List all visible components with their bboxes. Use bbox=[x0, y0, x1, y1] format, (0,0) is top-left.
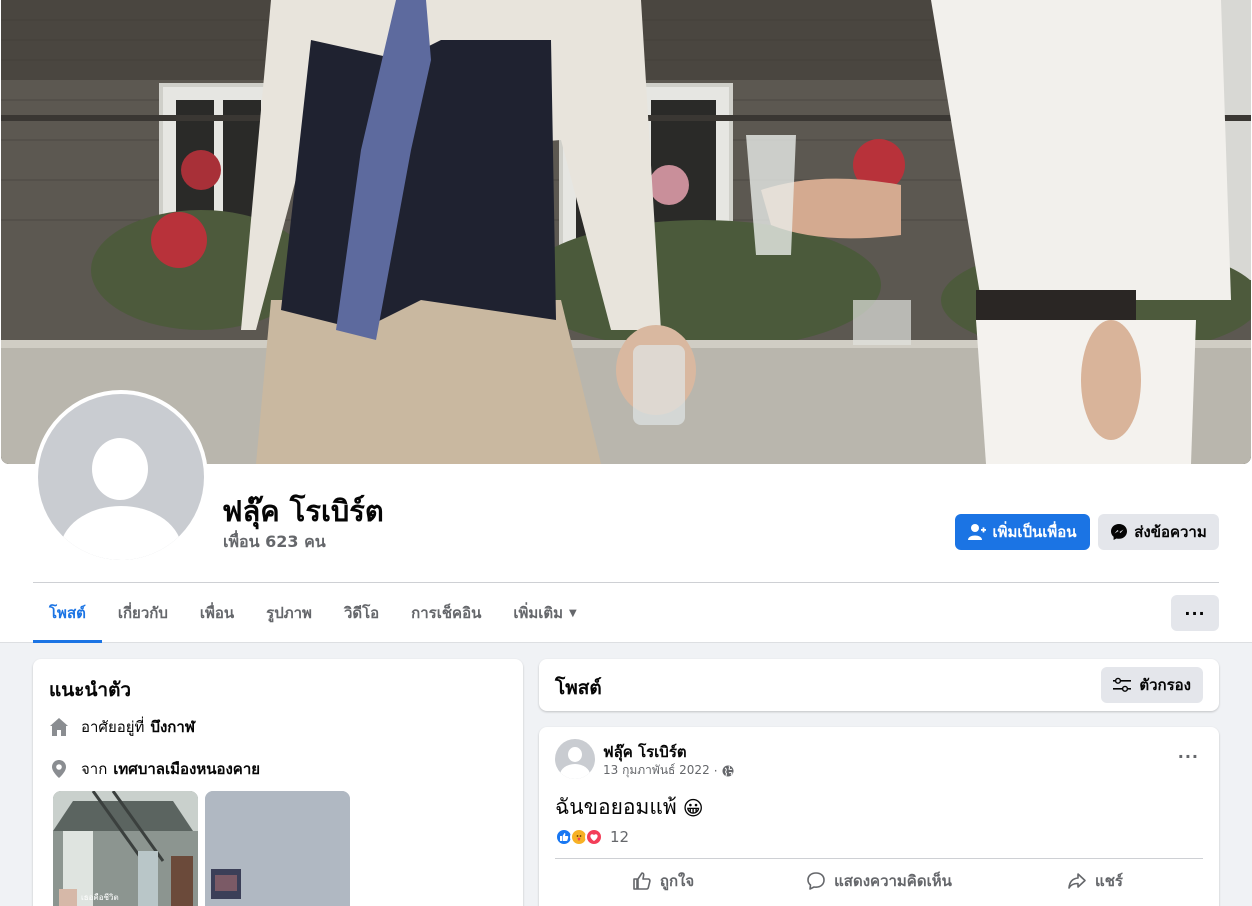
home-icon bbox=[50, 718, 68, 736]
tab-posts-label: โพสต์ bbox=[49, 604, 86, 622]
tab-videos-label: วิดีโอ bbox=[343, 604, 380, 622]
tab-photos[interactable]: รูปภาพ bbox=[250, 583, 328, 643]
caret-down-icon: ▼ bbox=[569, 607, 577, 619]
tab-posts[interactable]: โพสต์ bbox=[33, 583, 102, 643]
tab-more-label: เพิ่มเติม bbox=[513, 604, 564, 622]
comment-bubble-icon bbox=[807, 872, 825, 890]
meta-separator: · bbox=[713, 763, 718, 778]
posts-header-card: โพสต์ ตัวกรอง bbox=[539, 659, 1219, 711]
message-label: ส่งข้อความ bbox=[1134, 523, 1207, 541]
messenger-icon bbox=[1111, 524, 1128, 540]
reaction-count: 12 bbox=[610, 828, 630, 846]
featured-photo-1[interactable]: เธอคือชีวิต bbox=[53, 791, 198, 906]
love-reaction-icon bbox=[585, 828, 603, 846]
cover-photo-illustration bbox=[1, 0, 1251, 464]
globe-icon bbox=[722, 765, 734, 776]
add-friend-button[interactable]: เพิ่มเป็นเพื่อน bbox=[955, 514, 1090, 550]
tab-about[interactable]: เกี่ยวกับ bbox=[102, 583, 184, 643]
comment-label: แสดงความคิดเห็น bbox=[834, 872, 952, 890]
intro-card: แนะนำตัว อาศัยอยู่ที่ บึงกาฬ จาก เทศบาลเมื… bbox=[33, 659, 523, 906]
reactions-summary[interactable]: 12 bbox=[555, 828, 629, 846]
thumbs-up-icon bbox=[633, 872, 651, 890]
post-author-avatar[interactable] bbox=[555, 739, 595, 779]
more-options-button[interactable]: ··· bbox=[1171, 595, 1219, 631]
post-text-content: ฉันขอยอมแพ้ bbox=[555, 795, 677, 819]
post-meta: 13 กุมภาพันธ์ 2022 · bbox=[603, 761, 734, 780]
cover-photo[interactable] bbox=[1, 0, 1251, 464]
filter-button[interactable]: ตัวกรอง bbox=[1101, 667, 1203, 703]
like-button[interactable]: ถูกใจ bbox=[555, 863, 771, 899]
lives-in-row: อาศัยอยู่ที่ บึงกาฬ bbox=[49, 715, 195, 739]
share-button[interactable]: แชร์ bbox=[987, 863, 1203, 899]
profile-avatar[interactable] bbox=[34, 390, 208, 564]
post-actions: ถูกใจ แสดงความคิดเห็น แชร์ bbox=[555, 863, 1203, 899]
add-friend-label: เพิ่มเป็นเพื่อน bbox=[992, 523, 1077, 541]
profile-tabs: โพสต์ เกี่ยวกับ เพื่อน รูปภาพ วิดีโอ การ… bbox=[33, 583, 593, 643]
photo-thumbnail-icon bbox=[205, 791, 350, 906]
post-options-button[interactable]: ··· bbox=[1178, 747, 1199, 766]
tab-about-label: เกี่ยวกับ bbox=[117, 604, 168, 622]
filter-sliders-icon bbox=[1113, 677, 1132, 692]
photo-caption: เธอคือชีวิต bbox=[81, 893, 119, 902]
post-text: ฉันขอยอมแพ้ 😀 bbox=[555, 791, 704, 824]
from-row: จาก เทศบาลเมืองหนองคาย bbox=[49, 757, 260, 781]
tab-friends-label: เพื่อน bbox=[199, 604, 235, 622]
tab-photos-label: รูปภาพ bbox=[266, 604, 312, 622]
friend-count[interactable]: เพื่อน 623 คน bbox=[223, 530, 326, 555]
posts-title: โพสต์ bbox=[555, 677, 602, 699]
featured-photo-2[interactable] bbox=[205, 791, 350, 906]
from-place-link[interactable]: เทศบาลเมืองหนองคาย bbox=[113, 757, 260, 781]
tab-checkins-label: การเช็คอิน bbox=[411, 604, 482, 622]
from-prefix: จาก bbox=[81, 760, 108, 778]
share-arrow-icon bbox=[1068, 873, 1086, 889]
tab-friends[interactable]: เพื่อน bbox=[184, 583, 250, 643]
post-actions-divider bbox=[555, 858, 1203, 859]
share-label: แชร์ bbox=[1095, 872, 1123, 890]
tab-videos[interactable]: วิดีโอ bbox=[328, 583, 395, 643]
lives-prefix: อาศัยอยู่ที่ bbox=[81, 718, 145, 736]
grinning-emoji: 😀 bbox=[682, 795, 704, 820]
lives-place-link[interactable]: บึงกาฬ bbox=[150, 715, 195, 739]
filter-label: ตัวกรอง bbox=[1139, 676, 1191, 694]
post-card: ฟลุ๊ค โรเบิร์ต 13 กุมภาพันธ์ 2022 · ··· … bbox=[539, 727, 1219, 906]
default-avatar-icon bbox=[38, 394, 204, 560]
add-friend-icon bbox=[968, 524, 987, 540]
message-button[interactable]: ส่งข้อความ bbox=[1098, 514, 1219, 550]
comment-button[interactable]: แสดงความคิดเห็น bbox=[771, 863, 987, 899]
tab-checkins[interactable]: การเช็คอิน bbox=[395, 583, 497, 643]
photo-thumbnail-icon bbox=[53, 791, 198, 906]
tab-more[interactable]: เพิ่มเติม ▼ bbox=[497, 583, 592, 643]
post-date[interactable]: 13 กุมภาพันธ์ 2022 bbox=[603, 761, 710, 780]
profile-name: ฟลุ๊ค โรเบิร์ต bbox=[222, 494, 384, 528]
like-label: ถูกใจ bbox=[659, 872, 695, 890]
intro-title: แนะนำตัว bbox=[49, 679, 132, 701]
location-pin-icon bbox=[52, 760, 66, 778]
